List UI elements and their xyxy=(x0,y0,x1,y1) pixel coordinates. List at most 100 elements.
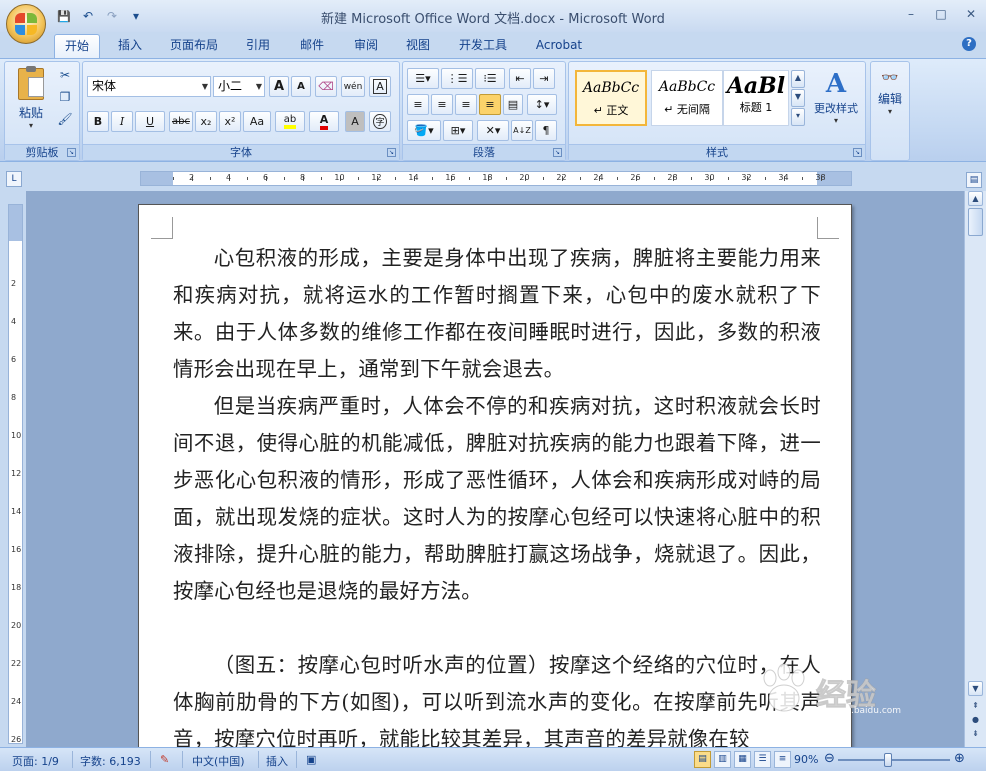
change-case-button[interactable]: Aa xyxy=(243,111,271,132)
character-border-button[interactable]: A xyxy=(369,76,391,97)
bullets-button[interactable]: ☰▾ xyxy=(407,68,439,89)
insert-mode[interactable]: 插入 xyxy=(266,753,288,769)
styles-more-icon[interactable]: ▾ xyxy=(791,108,805,126)
strikethrough-button[interactable]: abc xyxy=(169,111,193,132)
page-count[interactable]: 页面: 1/9 xyxy=(12,753,59,769)
zoom-slider[interactable] xyxy=(838,759,950,761)
style-no-spacing[interactable]: AaBbCc ↵ 无间隔 xyxy=(651,70,723,126)
help-icon[interactable]: ? xyxy=(962,37,976,51)
macro-record-icon[interactable]: ▣ xyxy=(306,753,316,766)
distributed-button[interactable]: ▤ xyxy=(503,94,523,115)
redo-icon[interactable]: ↷ xyxy=(102,7,122,25)
office-button[interactable] xyxy=(6,4,46,44)
increase-indent-button[interactable]: ⇥ xyxy=(533,68,555,89)
bold-button[interactable]: B xyxy=(87,111,109,132)
align-center-button[interactable]: ≡ xyxy=(431,94,453,115)
chinese-layout-button[interactable]: ✕▾ xyxy=(477,120,509,141)
sort-button[interactable]: A↓Z xyxy=(511,120,533,141)
tab-selector-icon[interactable]: L xyxy=(6,171,22,187)
style-normal[interactable]: AaBbCc ↵ 正文 xyxy=(575,70,647,126)
align-right-button[interactable]: ≡ xyxy=(455,94,477,115)
numbering-button[interactable]: ⋮☰ xyxy=(441,68,473,89)
tab-mailings[interactable]: 邮件 xyxy=(292,34,332,58)
clipboard-launcher-icon[interactable]: ↘ xyxy=(67,148,76,157)
align-left-button[interactable]: ≡ xyxy=(407,94,429,115)
word-count[interactable]: 字数: 6,193 xyxy=(80,753,141,769)
cut-icon[interactable]: ✂ xyxy=(55,66,75,84)
scroll-up-icon[interactable]: ▲ xyxy=(968,191,983,206)
outline-view-icon[interactable]: ☰ xyxy=(754,751,771,768)
tab-review[interactable]: 审阅 xyxy=(346,34,386,58)
status-divider xyxy=(182,751,183,768)
clear-formatting-button[interactable]: ⌫ xyxy=(315,76,337,97)
subscript-button[interactable]: x₂ xyxy=(195,111,217,132)
view-ruler-icon[interactable]: ▤ xyxy=(966,172,982,188)
show-marks-button[interactable]: ¶ xyxy=(535,120,557,141)
copy-icon[interactable]: ❐ xyxy=(55,88,75,106)
multilevel-list-button[interactable]: ⁝☰ xyxy=(475,68,505,89)
character-border-icon: A xyxy=(373,79,387,94)
decrease-indent-button[interactable]: ⇤ xyxy=(509,68,531,89)
tab-page-layout[interactable]: 页面布局 xyxy=(164,34,224,58)
previous-page-icon[interactable]: ⇞ xyxy=(968,699,983,714)
horizontal-ruler[interactable]: 2 4 6 8 10 12 14 16 18 20 22 24 26 28 30 32 34 38 xyxy=(140,171,852,186)
scroll-thumb[interactable] xyxy=(968,208,983,236)
vertical-scrollbar[interactable]: ▲ ▼ ⇞ ● ⇟ xyxy=(964,191,986,747)
highlight-button[interactable]: ab xyxy=(275,111,305,132)
tab-acrobat[interactable]: Acrobat xyxy=(530,34,588,58)
enclose-characters-button[interactable]: 字 xyxy=(369,111,391,132)
zoom-out-icon[interactable]: ⊖ xyxy=(824,751,835,766)
paragraph-launcher-icon[interactable]: ↘ xyxy=(553,148,562,157)
close-button[interactable]: ✕ xyxy=(956,4,986,24)
vertical-ruler[interactable]: 2 4 6 8 10 12 14 16 18 20 22 24 26 xyxy=(8,204,23,744)
grow-font-button[interactable]: A xyxy=(269,76,289,97)
change-styles-button[interactable]: A 更改样式 ▾ xyxy=(809,68,863,138)
font-name-combo[interactable]: 宋体 ▼ xyxy=(87,76,211,97)
paragraph-3: （图五：按摩心包时听水声的位置）按摩这个经络的穴位时，在人体胸前肋骨的下方(如图… xyxy=(173,653,821,747)
draft-view-icon[interactable]: ≡ xyxy=(774,751,791,768)
styles-scroll-down-icon[interactable]: ▼ xyxy=(791,89,805,107)
font-color-button[interactable]: A xyxy=(309,111,339,132)
tab-home[interactable]: 开始 xyxy=(54,34,100,58)
superscript-button[interactable]: x² xyxy=(219,111,241,132)
undo-icon[interactable]: ↶ xyxy=(78,7,98,25)
format-painter-icon[interactable]: 🖌 xyxy=(55,110,75,128)
justify-button[interactable]: ≡ xyxy=(479,94,501,115)
full-screen-reading-view-icon[interactable]: ▥ xyxy=(714,751,731,768)
customize-qat-icon[interactable]: ▾ xyxy=(126,7,146,25)
shading-button[interactable]: 🪣▾ xyxy=(407,120,441,141)
next-page-icon[interactable]: ⇟ xyxy=(968,727,983,742)
line-spacing-button[interactable]: ↕ ▾ xyxy=(527,94,557,115)
language[interactable]: 中文(中国) xyxy=(192,753,245,769)
document-page[interactable]: 心包积液的形成，主要是身体中出现了疾病，脾脏将主要能力用来和疾病对抗，就将运水的… xyxy=(138,204,852,747)
borders-button[interactable]: ⊞▾ xyxy=(443,120,473,141)
phonetic-guide-button[interactable]: wén xyxy=(341,76,365,97)
browse-object-icon[interactable]: ● xyxy=(968,713,983,728)
italic-button[interactable]: I xyxy=(111,111,133,132)
print-layout-view-icon[interactable]: ▤ xyxy=(694,751,711,768)
tab-references[interactable]: 引用 xyxy=(238,34,278,58)
styles-launcher-icon[interactable]: ↘ xyxy=(853,148,862,157)
save-icon[interactable]: 💾 xyxy=(54,7,74,25)
tab-developer[interactable]: 开发工具 xyxy=(452,34,514,58)
proofing-icon[interactable]: ✎ xyxy=(160,753,169,766)
tab-view[interactable]: 视图 xyxy=(400,34,436,58)
web-layout-view-icon[interactable]: ▦ xyxy=(734,751,751,768)
editing-button[interactable]: 👓 编辑 ▾ xyxy=(873,66,907,138)
maximize-button[interactable]: □ xyxy=(926,4,956,24)
zoom-level[interactable]: 90% xyxy=(794,753,818,766)
font-launcher-icon[interactable]: ↘ xyxy=(387,148,396,157)
styles-scroll-up-icon[interactable]: ▲ xyxy=(791,70,805,88)
tab-insert[interactable]: 插入 xyxy=(108,34,152,58)
shrink-font-button[interactable]: A xyxy=(291,76,311,97)
scroll-down-icon[interactable]: ▼ xyxy=(968,681,983,696)
character-shading-button[interactable]: A xyxy=(345,111,365,132)
underline-button[interactable]: U xyxy=(135,111,165,132)
font-size-combo[interactable]: 小二 ▼ xyxy=(213,76,265,97)
minimize-button[interactable]: – xyxy=(896,4,926,24)
paste-button[interactable]: 粘贴 ▾ xyxy=(11,66,51,138)
zoom-in-icon[interactable]: ⊕ xyxy=(954,751,965,766)
character-shading-icon: A xyxy=(351,115,359,128)
style-heading-1[interactable]: AaBl 标题 1 xyxy=(723,70,789,126)
zoom-slider-thumb[interactable] xyxy=(884,753,893,767)
